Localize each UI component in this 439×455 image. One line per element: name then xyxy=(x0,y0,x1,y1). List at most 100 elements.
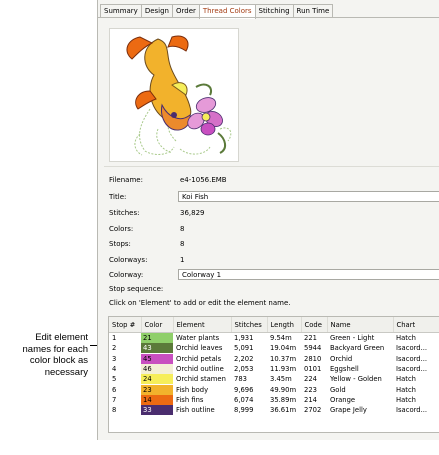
stitches-cell: 9,696 xyxy=(234,385,254,394)
callout-line-3: color block as xyxy=(29,355,88,366)
callout-line-1: Edit element xyxy=(35,332,88,343)
color-swatch[interactable]: 46 xyxy=(141,364,173,375)
header-element[interactable]: Element xyxy=(173,317,232,333)
stop-cell: 6 xyxy=(112,385,117,394)
length-cell: 3.45m xyxy=(270,375,292,384)
element-name-cell[interactable]: Fish fins xyxy=(173,395,231,405)
stitches-cell: 783 xyxy=(234,375,247,384)
code-cell: 2702 xyxy=(304,406,322,415)
header-stitches[interactable]: Stitches xyxy=(231,317,268,333)
element-name-cell[interactable]: Water plants xyxy=(173,333,231,344)
stitches-cell: 2,053 xyxy=(234,365,254,374)
code-cell: 0101 xyxy=(304,365,322,374)
chart-cell: Hatch xyxy=(396,395,416,404)
stop-cell: 2 xyxy=(112,344,117,353)
table-row[interactable]: 5 24 Orchid stamen 783 3.45m 224 Yellow - Gold… xyxy=(109,374,439,385)
thread-name-cell: Grape Jelly xyxy=(330,406,367,415)
thread-name-cell: Eggshell xyxy=(330,365,359,374)
tab-summary[interactable]: Summary xyxy=(100,4,142,18)
header-color[interactable]: Color xyxy=(141,317,174,333)
header-length[interactable]: Length xyxy=(267,317,302,333)
tab-stitching[interactable]: Stitching xyxy=(254,4,294,18)
code-cell: 2810 xyxy=(304,354,322,363)
color-swatch[interactable]: 21 xyxy=(141,333,173,344)
color-swatch-cell[interactable]: 23 xyxy=(141,384,173,395)
thread-name-cell: Yellow - Golden xyxy=(330,375,382,384)
stop-cell: 3 xyxy=(112,354,117,363)
length-cell: 10.37m xyxy=(270,354,297,363)
color-swatch[interactable]: 23 xyxy=(141,384,173,395)
stop-cell: 4 xyxy=(112,365,117,374)
header-stop[interactable]: Stop # xyxy=(109,317,142,333)
code-cell: 5944 xyxy=(304,344,322,353)
length-cell: 19.04m xyxy=(270,344,297,353)
stitches-cell: 2,202 xyxy=(234,354,254,363)
stitches-value: 36,829 xyxy=(180,209,205,217)
chart-cell: Isacord... xyxy=(396,406,428,415)
table-row[interactable]: 3 45 Orchid petals 2,202 10.37m 2810 Orchid Isa… xyxy=(109,353,439,364)
section-divider xyxy=(104,166,439,167)
callout-line-2: names for each xyxy=(22,343,88,355)
chart-cell: Isacord... xyxy=(396,365,428,374)
chart-cell: Isacord... xyxy=(396,344,428,353)
color-swatch-cell[interactable]: 46 xyxy=(141,364,173,375)
chart-cell: Hatch xyxy=(396,375,416,384)
filename-value: e4-1056.EMB xyxy=(180,176,227,184)
table-row[interactable]: 4 46 Orchid outline 2,053 11.93m 0101 Eggshell… xyxy=(109,364,439,375)
color-swatch[interactable]: 33 xyxy=(141,405,173,416)
element-name-cell[interactable]: Orchid petals xyxy=(173,354,231,364)
code-cell: 223 xyxy=(304,385,317,394)
header-chart[interactable]: Chart xyxy=(393,317,439,333)
element-edit-hint: Click on 'Element' to add or edit the el… xyxy=(109,299,291,307)
table-row[interactable]: 1 21 Water plants 1,931 9.54m 221 Green - Ligh… xyxy=(109,333,439,344)
colorway-label: Colorway: xyxy=(109,271,144,279)
color-swatch-cell[interactable]: 43 xyxy=(141,343,173,354)
color-swatch-cell[interactable]: 24 xyxy=(141,374,173,385)
header-name[interactable]: Name xyxy=(327,317,394,333)
color-swatch-cell[interactable]: 21 xyxy=(141,333,173,344)
colorways-value: 1 xyxy=(180,256,185,264)
code-cell: 214 xyxy=(304,395,317,404)
color-swatch-cell[interactable]: 45 xyxy=(141,353,173,364)
stop-cell: 1 xyxy=(112,334,117,343)
title-label: Title: xyxy=(109,193,127,201)
element-name-cell[interactable]: Fish outline xyxy=(173,405,231,415)
stitches-label: Stitches: xyxy=(109,209,140,217)
length-cell: 49.90m xyxy=(270,385,297,394)
stop-cell: 5 xyxy=(112,375,117,384)
title-field[interactable]: Koi Fish xyxy=(178,191,439,202)
filename-label: Filename: xyxy=(109,176,143,184)
stitches-cell: 1,931 xyxy=(234,334,254,343)
callout-annotation: Edit element names for each color block … xyxy=(10,332,88,378)
table-row[interactable]: 2 43 Orchid leaves 5,091 19.04m 5944 Backyard … xyxy=(109,343,439,354)
element-name-cell[interactable]: Fish body xyxy=(173,384,231,394)
chart-cell: Isacord... xyxy=(396,354,428,363)
tab-run-time[interactable]: Run Time xyxy=(292,4,334,18)
stitches-cell: 8,999 xyxy=(234,406,254,415)
colorway-select[interactable]: Colorway 1 xyxy=(178,269,439,280)
thread-name-cell: Gold xyxy=(330,385,346,394)
color-swatch-cell[interactable]: 33 xyxy=(141,405,173,416)
element-name-cell[interactable]: Orchid leaves xyxy=(173,343,231,353)
stop-sequence-label: Stop sequence: xyxy=(109,285,164,293)
color-swatch[interactable]: 14 xyxy=(141,394,173,405)
design-preview-image xyxy=(109,28,239,162)
code-cell: 221 xyxy=(304,334,317,343)
element-name-cell[interactable]: Orchid stamen xyxy=(173,374,231,384)
header-code[interactable]: Code xyxy=(301,317,328,333)
color-swatch[interactable]: 24 xyxy=(141,374,173,385)
element-name-cell[interactable]: Orchid outline xyxy=(173,364,231,374)
color-swatch[interactable]: 43 xyxy=(141,343,173,354)
length-cell: 35.89m xyxy=(270,395,297,404)
stitches-cell: 6,074 xyxy=(234,395,254,404)
color-swatch[interactable]: 45 xyxy=(141,353,173,364)
tab-design[interactable]: Design xyxy=(140,4,173,18)
tab-order[interactable]: Order xyxy=(172,4,200,18)
color-swatch-cell[interactable]: 14 xyxy=(141,394,173,405)
thread-name-cell: Green - Light xyxy=(330,334,375,343)
colors-value: 8 xyxy=(180,225,185,233)
table-row[interactable]: 6 23 Fish body 9,696 49.90m 223 Gold Hatch xyxy=(109,384,439,395)
thread-colors-table: Stop # Color Element Stitches Length Cod… xyxy=(108,316,439,433)
table-row[interactable]: 7 14 Fish fins 6,074 35.89m 214 Orange Hatch xyxy=(109,394,439,405)
table-row[interactable]: 8 33 Fish outline 8,999 36.61m 2702 Grape Jell… xyxy=(109,405,439,416)
